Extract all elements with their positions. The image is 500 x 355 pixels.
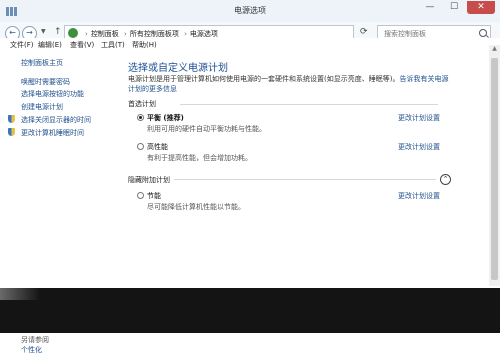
menu-tools[interactable]: 工具(T) xyxy=(101,40,125,50)
bottom-overlay xyxy=(0,288,500,333)
refresh-button[interactable]: ⟳ xyxy=(360,27,368,37)
plan-desc-high-performance: 有利于提高性能，但会增加功耗。 xyxy=(147,154,252,162)
plan-radio-balanced[interactable] xyxy=(137,114,144,121)
plan-desc-power-saver: 尽可能降低计算机性能以节能。 xyxy=(147,203,245,211)
page-title: 选择或自定义电源计划 xyxy=(128,63,228,74)
hidden-plans-label: 隐藏附加计划 xyxy=(128,176,170,184)
plan-desc-balanced: 利用可用的硬件自动平衡功耗与性能。 xyxy=(147,125,266,133)
minimize-button[interactable]: — xyxy=(419,1,441,14)
breadcrumb-item[interactable]: 电源选项 xyxy=(190,30,218,38)
up-button[interactable]: ↑ xyxy=(54,27,62,37)
recent-pages-dropdown[interactable]: ▼ xyxy=(41,28,46,35)
maximize-button[interactable]: ☐ xyxy=(443,1,465,14)
divider xyxy=(180,104,438,105)
sidebar-item-power-buttons[interactable]: 选择电源按钮的功能 xyxy=(21,89,84,99)
search-icon[interactable] xyxy=(479,29,487,37)
menu-help[interactable]: 帮助(H) xyxy=(132,40,157,50)
sidebar-item-sleep-time[interactable]: 更改计算机睡眠时间 xyxy=(21,128,84,138)
plan-name-balanced[interactable]: 平衡 (推荐) xyxy=(147,113,184,123)
control-panel-globe-icon xyxy=(68,28,78,38)
menu-edit[interactable]: 编辑(E) xyxy=(38,40,62,50)
plan-name-power-saver[interactable]: 节能 xyxy=(147,191,161,201)
see-also-label: 另请参阅 xyxy=(21,336,49,344)
bottom-overlay-fade xyxy=(0,288,40,300)
title-bar: 电源选项 — ☐ ✕ xyxy=(0,0,500,23)
divider xyxy=(174,179,436,180)
preferred-plans-label: 首选计划 xyxy=(128,100,156,108)
scrollbar-thumb[interactable] xyxy=(491,58,498,280)
sidebar-item-display-off[interactable]: 选择关闭显示器的时间 xyxy=(21,115,91,125)
menu-view[interactable]: 查看(V) xyxy=(70,40,94,50)
breadcrumb-item[interactable]: 所有控制面板项 xyxy=(130,30,179,38)
sidebar-item-require-password[interactable]: 唤醒时需要密码 xyxy=(21,77,70,87)
page-description: 电源计划是用于管理计算机如何使用电源的一套硬件和系统设置(如显示亮度、睡眠等)。… xyxy=(128,75,449,93)
sidebar-item-create-plan[interactable]: 创建电源计划 xyxy=(21,102,63,112)
change-plan-settings-link[interactable]: 更改计划设置 xyxy=(398,191,440,201)
change-plan-settings-link[interactable]: 更改计划设置 xyxy=(398,142,440,152)
plan-radio-power-saver[interactable] xyxy=(137,192,144,199)
menu-bar: 文件(F) 编辑(E) 查看(V) 工具(T) 帮助(H) xyxy=(0,38,500,51)
close-button[interactable]: ✕ xyxy=(467,1,495,14)
change-plan-settings-link[interactable]: 更改计划设置 xyxy=(398,113,440,123)
sidebar-item-personalization[interactable]: 个性化 xyxy=(21,345,42,355)
menu-file[interactable]: 文件(F) xyxy=(10,40,34,50)
breadcrumb-item[interactable]: 控制面板 xyxy=(91,30,119,38)
shield-icon xyxy=(8,128,15,136)
collapse-icon[interactable]: ⌃ xyxy=(440,174,451,185)
shield-icon xyxy=(8,115,15,123)
plan-radio-high-performance[interactable] xyxy=(137,143,144,150)
plan-name-high-performance[interactable]: 高性能 xyxy=(147,142,168,152)
sidebar-home-link[interactable]: 控制面板主页 xyxy=(21,58,63,68)
scroll-up-icon[interactable]: ▲ xyxy=(489,45,500,55)
